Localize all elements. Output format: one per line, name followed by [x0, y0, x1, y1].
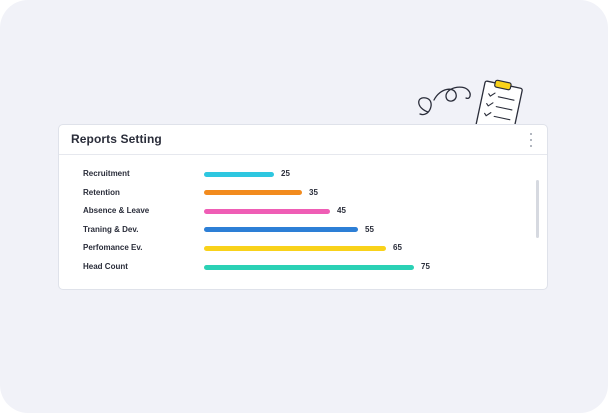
bar-recruitment — [204, 171, 274, 177]
category-label: Head Count — [83, 262, 128, 271]
bar-headcount — [204, 264, 414, 270]
category-label: Perfomance Ev. — [83, 243, 143, 253]
category-label: Retention — [83, 187, 120, 197]
category-label: Absence & Leave — [83, 206, 150, 216]
scrollbar[interactable] — [536, 180, 539, 238]
bar-value-label: 75 — [421, 262, 430, 271]
bar-value-label: 65 — [393, 243, 402, 253]
bar-value-label: 35 — [309, 187, 318, 197]
more-vertical-icon[interactable] — [529, 133, 533, 147]
bar-retention — [204, 190, 302, 196]
category-label: Recruitment — [83, 169, 130, 178]
bar-value-label: 55 — [365, 224, 374, 234]
reports-setting-card: Reports Setting Recruitment 25 Retention 35… — [58, 124, 548, 290]
bar-performance — [204, 245, 386, 251]
category-label: Traning & Dev. — [83, 224, 139, 234]
bar-value-label: 45 — [337, 206, 346, 216]
card-title: Reports Setting — [71, 132, 162, 146]
bar-value-label: 25 — [281, 169, 290, 178]
card-header: Reports Setting — [59, 125, 547, 155]
bar-training — [204, 227, 358, 233]
bar-absence — [204, 208, 330, 214]
